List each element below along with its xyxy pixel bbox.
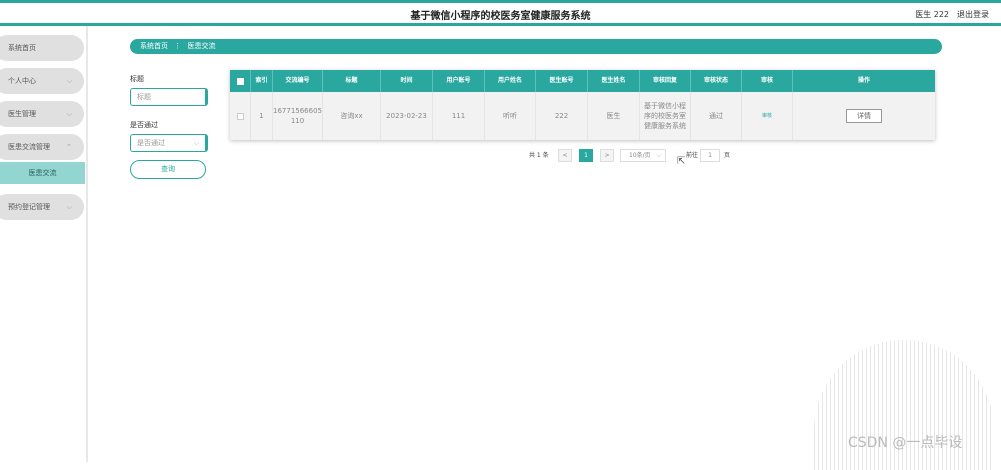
cell-action: 详情 [793,92,935,140]
cell-reply: 基于微信小程 序的校医务室 健康服务系统 [640,92,691,140]
sidebar-item-label: 医患交流管理 [8,143,50,151]
passed-filter-label: 是否通过 [130,121,158,129]
page-unit-label: 页 [724,152,731,159]
sidebar-item-label: 个人中心 [8,77,36,85]
checkbox-icon [236,77,244,85]
column-header: 用户账号 [433,70,485,92]
select-all-checkbox[interactable] [230,70,251,92]
table-header: 索引 交流编号 标题 时间 用户账号 用户姓名 医生账号 医生姓名 审核回复 审… [230,70,935,92]
column-header: 交流编号 [273,70,323,92]
sidebar-item-home[interactable]: 系统首页 [0,35,84,61]
title-filter-label: 标题 [130,75,144,83]
chevron-down-icon: ⌵ [656,152,661,159]
watermark-text: CSDN @一点毕设 [848,435,963,451]
chevron-down-icon: ⌵ [66,77,72,85]
query-button[interactable]: 查询 [130,160,206,179]
app-title: 基于微信小程序的校医务室健康服务系统 [410,11,591,22]
review-link[interactable]: 审核 [762,111,772,121]
cell-user-name: 听听 [485,92,536,140]
table-row: 1 16771566605 110 咨询xx 2023-02-23 111 听听… [230,92,935,140]
chevron-down-icon: ⌵ [193,139,199,147]
column-header: 时间 [381,70,433,92]
cell-review: 审核 [742,92,793,140]
cell-status: 通过 [691,92,742,140]
mouse-cursor-icon: ⇱ [677,156,686,167]
row-checkbox[interactable] [230,92,251,140]
column-header: 用户姓名 [485,70,536,92]
detail-button[interactable]: 详情 [846,109,882,123]
cell-code-line: 16771566605 [273,107,322,115]
passed-filter-placeholder: 是否通过 [137,139,165,147]
page-size-select[interactable]: 10条/页 ⌵ [620,149,666,162]
title-filter-input[interactable]: 标题 [130,88,208,106]
breadcrumb-separator-icon: ⋮ [174,42,182,50]
sidebar-item-doctor-management[interactable]: 医生管理 ⌵ [0,101,84,127]
cell-reply-line: 序的校医务室 [644,112,686,120]
column-header: 标题 [323,70,381,92]
pagination-total: 共 1 条 [529,152,549,159]
cell-reply-line: 基于微信小程 [644,102,686,110]
cell-user-account: 111 [433,92,485,140]
column-header: 操作 [857,77,870,84]
passed-filter-select[interactable]: 是否通过 ⌵ [130,134,208,152]
cell-time: 2023-02-23 [381,92,433,140]
cell-code-line: 110 [290,117,305,125]
goto-page-input[interactable]: 1 [700,149,720,162]
cell-reply-line: 健康服务系统 [644,122,686,130]
sidebar-item-personal-center[interactable]: 个人中心 ⌵ [0,68,84,94]
data-table: 索引 交流编号 标题 时间 用户账号 用户姓名 医生账号 医生姓名 审核回复 审… [230,70,935,140]
top-bar: 基于微信小程序的校医务室健康服务系统 医生 222 退出登录 [0,0,1001,26]
chevron-down-icon: ⌵ [66,110,72,118]
sidebar-item-communication-management[interactable]: 医患交流管理 ⌃ [0,134,84,160]
current-user: 医生 222 [915,10,949,19]
page-size-value: 10条/页 [629,152,651,159]
cell-doctor-account: 222 [536,92,588,140]
cell-title: 咨询xx [323,92,381,140]
sidebar-item-label: 医生管理 [8,110,36,118]
chevron-down-icon: ⌵ [66,203,72,211]
sidebar-item-appointment-management[interactable]: 预约登记管理 ⌵ [0,194,84,220]
cell-doctor-name: 医生 [588,92,640,140]
goto-label: 前往 [686,152,699,159]
next-page-button[interactable]: > [600,149,614,162]
logout-link[interactable]: 退出登录 [957,9,989,20]
breadcrumb-home[interactable]: 系统首页 [140,42,168,50]
column-header: 医生账号 [536,70,588,92]
cell-code: 16771566605 110 [273,92,323,140]
checkbox-icon [236,112,244,120]
breadcrumb: 系统首页 ⋮ 医患交流 [130,39,942,54]
chevron-up-icon: ⌃ [66,143,72,151]
page-button-current[interactable]: 1 [579,149,593,162]
title-filter-placeholder: 标题 [137,93,151,101]
prev-page-button[interactable]: < [558,149,572,162]
column-header: 医生姓名 [588,70,640,92]
column-header: 审核回复 [640,70,691,92]
cell-index: 1 [251,92,273,140]
sidebar: 系统首页 个人中心 ⌵ 医生管理 ⌵ 医患交流管理 ⌃ 医患交流 预约登记管理 … [0,26,88,462]
sidebar-item-label: 系统首页 [8,44,36,52]
column-header: 审核 [742,70,793,92]
breadcrumb-current: 医患交流 [187,42,216,50]
sidebar-subitem-communication[interactable]: 医患交流 [0,162,85,184]
column-header: 审核状态 [691,70,742,92]
sidebar-item-label: 预约登记管理 [8,203,50,211]
column-header: 索引 [251,70,273,92]
